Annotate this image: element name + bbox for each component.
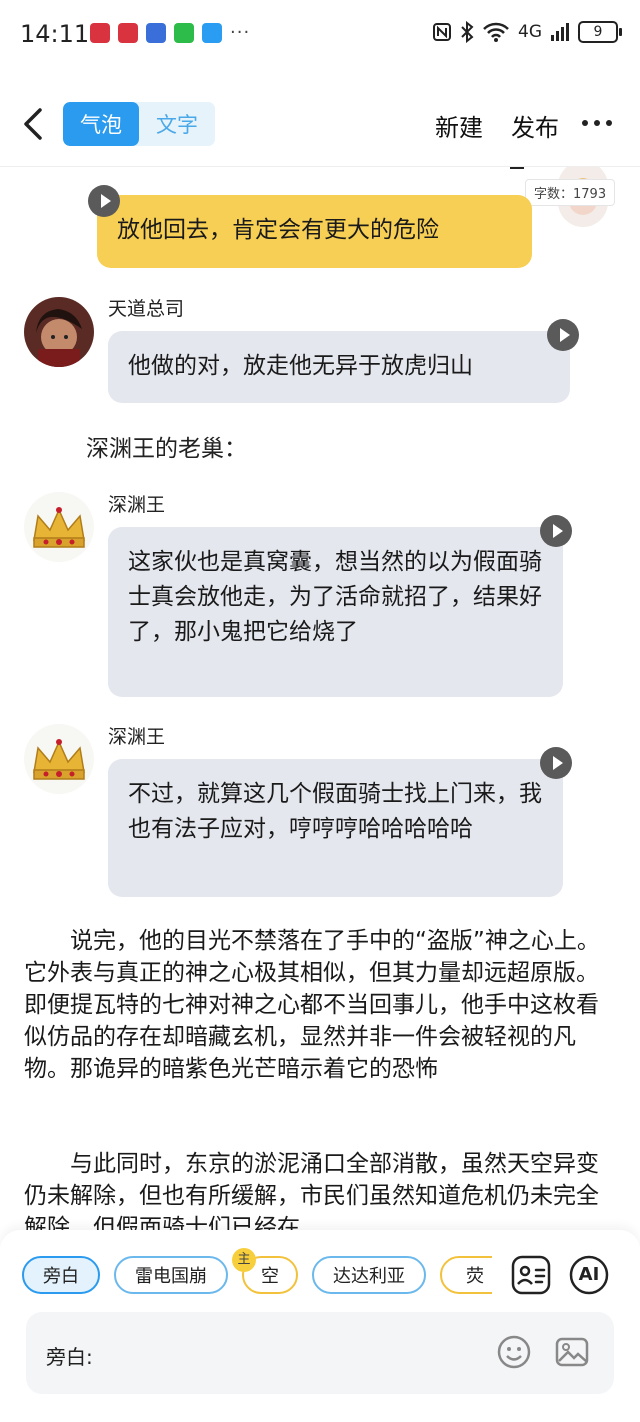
- more-notifications-icon: ···: [230, 22, 251, 43]
- network-type: 4G: [518, 22, 542, 42]
- play-audio-icon[interactable]: [547, 319, 579, 351]
- back-button[interactable]: [20, 104, 50, 144]
- composer-panel: 旁白 雷电国崩 空 达达利亚 荧 主 AI 旁白:: [0, 1230, 640, 1422]
- chat-area[interactable]: 字数：1793 放他回去，肯定会有更大的危险 天道总司 他做的对，放走他无异于放…: [0, 167, 640, 1230]
- wifi-icon: [482, 22, 510, 42]
- more-dot-icon: [582, 120, 588, 126]
- sender-name: 深渊王: [108, 494, 166, 516]
- huawei-app-icon-2: [118, 23, 138, 43]
- sender-name-partial: [510, 167, 524, 169]
- narration-paragraph[interactable]: 与此同时，东京的淤泥涌口全部消散，虽然天空异变仍未解除，但也有所缓解，市民们虽然…: [24, 1148, 616, 1230]
- chip-character[interactable]: 雷电国崩: [114, 1256, 228, 1294]
- chip-character[interactable]: 达达利亚: [312, 1256, 426, 1294]
- chip-character[interactable]: 荧: [440, 1256, 492, 1294]
- notification-icons: ···: [90, 23, 250, 43]
- play-audio-icon[interactable]: [540, 515, 572, 547]
- narration-paragraph[interactable]: 说完，他的目光不禁落在了手中的“盗版”神之心上。它外表与真正的神之心极其相似，但…: [24, 925, 616, 1085]
- avatar-abyss-king[interactable]: [24, 492, 94, 562]
- mode-toggle: 气泡 文字: [63, 102, 215, 146]
- nfc-icon: [432, 22, 452, 42]
- app-notification-icon: [146, 23, 166, 43]
- sender-name: 天道总司: [108, 298, 185, 320]
- emoji-icon: [497, 1335, 531, 1369]
- image-icon: [555, 1337, 589, 1367]
- battery-icon: 9: [578, 21, 622, 43]
- status-time: 14:11: [20, 20, 90, 48]
- publish-button[interactable]: 发布: [511, 108, 559, 143]
- ai-label: AI: [578, 1264, 600, 1285]
- signal-icon: [550, 22, 570, 42]
- wechat-icon: [174, 23, 194, 43]
- scene-label[interactable]: 深渊王的老巢：: [86, 429, 247, 463]
- play-audio-icon[interactable]: [88, 185, 120, 217]
- chevron-left-icon: [24, 108, 42, 140]
- ai-button[interactable]: AI: [568, 1254, 610, 1296]
- message-bubble[interactable]: 不过，就算这几个假面骑士找上门来，我也有法子应对，哼哼哼哈哈哈哈哈: [108, 759, 563, 897]
- contact-card-icon: [511, 1255, 551, 1295]
- word-count-badge: 字数：1793: [525, 179, 616, 206]
- emoji-button[interactable]: [496, 1334, 532, 1370]
- bluetooth-icon: [460, 21, 474, 43]
- tab-text[interactable]: 文字: [139, 102, 215, 146]
- message-bubble[interactable]: 这家伙也是真窝囊，想当然的以为假面骑士真会放他走，为了活命就招了，结果好了，那小…: [108, 527, 563, 697]
- avatar-abyss-king[interactable]: [24, 724, 94, 794]
- input-role-label: 旁白:: [46, 1345, 93, 1369]
- play-audio-icon[interactable]: [540, 747, 572, 779]
- huawei-app-icon: [90, 23, 110, 43]
- main-character-tag: 主: [232, 1248, 256, 1272]
- avatar-tiandao[interactable]: [24, 297, 94, 367]
- top-navigation: 气泡 文字 新建 发布: [0, 90, 640, 160]
- more-dot-icon: [594, 120, 600, 126]
- chip-narrator[interactable]: 旁白: [22, 1256, 100, 1294]
- message-input[interactable]: 旁白:: [26, 1312, 614, 1394]
- more-options-button[interactable]: [582, 120, 612, 126]
- tab-bubble[interactable]: 气泡: [63, 102, 139, 146]
- image-button[interactable]: [554, 1334, 590, 1370]
- character-manage-button[interactable]: [510, 1254, 552, 1296]
- new-button[interactable]: 新建: [435, 108, 483, 143]
- more-dot-icon: [606, 120, 612, 126]
- system-icons: 4G 9: [432, 21, 622, 43]
- character-chip-list[interactable]: 旁白 雷电国崩 空 达达利亚 荧: [22, 1256, 492, 1296]
- message-app-icon: [202, 23, 222, 43]
- message-bubble[interactable]: 他做的对，放走他无异于放虎归山: [108, 331, 570, 403]
- status-bar: 14:11 ··· 4G 9: [0, 0, 640, 70]
- message-bubble[interactable]: 放他回去，肯定会有更大的危险: [97, 195, 532, 268]
- sender-name: 深渊王: [108, 726, 166, 748]
